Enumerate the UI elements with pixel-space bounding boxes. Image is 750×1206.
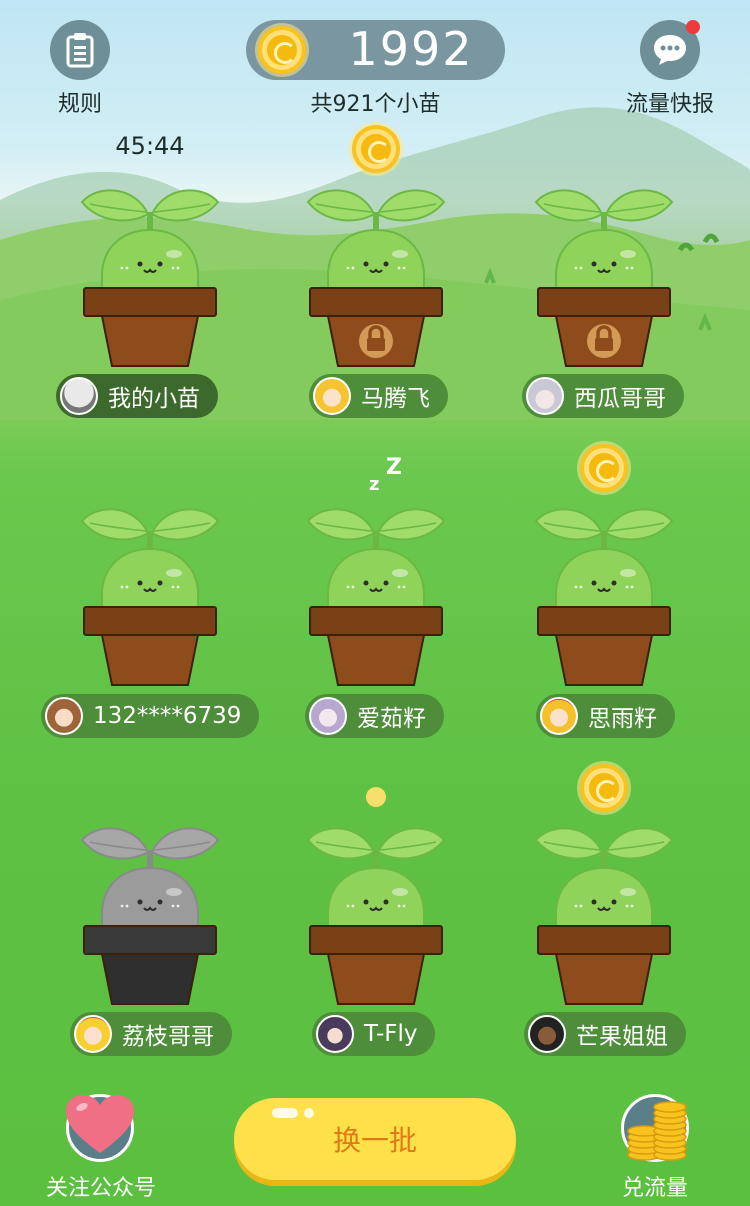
news-label[interactable]: 流量快报 [615, 86, 725, 118]
player-name: 马腾飞 [361, 386, 430, 412]
plant-pot-2[interactable] [534, 178, 674, 368]
name-pill-3[interactable]: 132****6739 [41, 694, 260, 738]
rules-button[interactable] [50, 20, 110, 80]
avatar [528, 1015, 566, 1053]
plant-pot-1[interactable] [306, 178, 446, 368]
button-shine [304, 1108, 314, 1118]
name-pill-8[interactable]: 芒果姐姐 [524, 1012, 686, 1056]
seed-dot [366, 787, 386, 807]
chat-bubble-icon [654, 35, 686, 65]
lock-icon [359, 324, 393, 358]
plant-pot-3[interactable] [80, 497, 220, 687]
name-pill-1[interactable]: 马腾飞 [309, 374, 448, 418]
avatar [316, 1015, 354, 1053]
plant-pot-7[interactable] [306, 816, 446, 1006]
avatar [540, 697, 578, 735]
clipboard-icon [66, 33, 94, 68]
name-pill-4[interactable]: 爱茹籽 [305, 694, 444, 738]
player-name: 荔枝哥哥 [122, 1024, 214, 1050]
coin-balance: 1992 [246, 20, 505, 80]
heart-icon [66, 1095, 134, 1153]
notification-dot [686, 20, 700, 34]
player-name: 思雨籽 [588, 706, 657, 732]
collectable-coin[interactable] [580, 764, 628, 812]
coin-stack-icon [627, 1101, 687, 1161]
button-shine [272, 1108, 298, 1118]
lock-icon [587, 324, 621, 358]
game-scene: 规则 1992 共921个小苗 流量快报 45:44 z Z 我的小苗 马腾飞 … [0, 0, 750, 1206]
coin-amount: 1992 [348, 22, 474, 76]
sleep-z-small: z [369, 474, 380, 495]
seedling-total: 共921个小苗 [310, 92, 441, 117]
collectable-coin[interactable] [352, 125, 400, 173]
refresh-button[interactable]: 换一批 [234, 1098, 516, 1180]
avatar [526, 377, 564, 415]
follow-label[interactable]: 关注公众号 [36, 1170, 166, 1202]
plant-pot-4[interactable] [306, 497, 446, 687]
name-pill-7[interactable]: T-Fly [312, 1012, 436, 1056]
name-pill-0[interactable]: 我的小苗 [56, 374, 218, 418]
plant-pot-8[interactable] [534, 816, 674, 1006]
exchange-label[interactable]: 兑流量 [610, 1170, 700, 1202]
player-name: 我的小苗 [108, 386, 200, 412]
player-name: T-Fly [364, 1021, 418, 1047]
collectable-coin[interactable] [580, 444, 628, 492]
player-name: 132****6739 [93, 703, 242, 729]
refresh-label: 换一批 [332, 1124, 417, 1157]
plant-pot-0[interactable] [80, 178, 220, 368]
name-pill-5[interactable]: 思雨籽 [536, 694, 675, 738]
exchange-button[interactable] [621, 1094, 689, 1162]
avatar [74, 1015, 112, 1053]
plant-pot-5[interactable] [534, 497, 674, 687]
name-pill-2[interactable]: 西瓜哥哥 [522, 374, 684, 418]
name-pill-6[interactable]: 荔枝哥哥 [70, 1012, 232, 1056]
plant-timer: 45:44 [115, 132, 185, 160]
player-name: 爱茹籽 [357, 706, 426, 732]
plant-pot-6[interactable] [80, 816, 220, 1006]
sleep-z-large: Z [386, 455, 402, 480]
rules-label[interactable]: 规则 [40, 86, 120, 118]
player-name: 芒果姐姐 [576, 1024, 668, 1050]
player-name: 西瓜哥哥 [574, 386, 666, 412]
avatar [45, 697, 83, 735]
avatar [313, 377, 351, 415]
follow-button[interactable] [66, 1094, 134, 1162]
avatar [309, 697, 347, 735]
coin-icon [258, 26, 306, 74]
avatar [60, 377, 98, 415]
